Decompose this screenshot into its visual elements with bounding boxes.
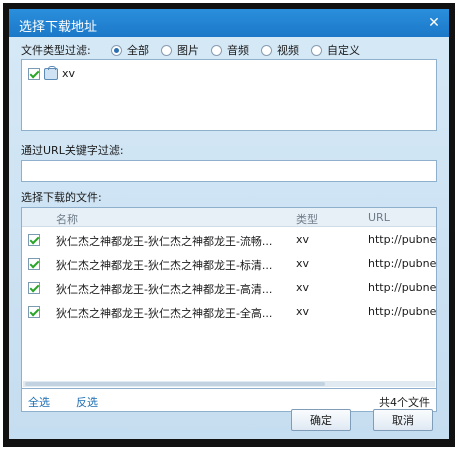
file-url: http://pubne [368,257,437,270]
file-checkbox[interactable] [28,306,40,318]
file-name: 狄仁杰之神都龙王-狄仁杰之神都龙王-标清... [56,259,273,272]
file-list: 名称 类型 URL 狄仁杰之神都龙王-狄仁杰之神都龙王-流畅... xv htt… [21,207,437,389]
radio-custom[interactable]: 自定义 [311,42,360,58]
radio-images[interactable]: 图片 [161,42,199,58]
file-list-header: 名称 类型 URL [22,208,436,227]
file-name: 狄仁杰之神都龙王-狄仁杰之神都龙王-流畅... [56,235,273,248]
file-type: xv [296,281,310,294]
file-checkbox[interactable] [28,234,40,246]
horizontal-scrollbar[interactable] [23,381,435,387]
column-name[interactable]: 名称 [56,211,78,227]
file-row[interactable]: 狄仁杰之神都龙王-狄仁杰之神都龙王-流畅... xv http://pubne [22,228,436,252]
filter-radio-group: 全部 图片 音频 视频 自定义 [111,42,372,58]
title-bar: 选择下载地址 ✕ [9,9,449,37]
filter-label: 文件类型过滤: [21,44,91,57]
dialog-title: 选择下载地址 [19,20,98,35]
column-url[interactable]: URL [368,211,390,224]
file-type-list: xv [21,59,437,131]
file-type: xv [296,305,310,318]
file-type: xv [296,257,310,270]
scrollbar-thumb[interactable] [25,382,325,386]
file-checkbox[interactable] [28,258,40,270]
radio-indicator [161,44,172,56]
file-row[interactable]: 狄仁杰之神都龙王-狄仁杰之神都龙王-高清... xv http://pubne [22,276,436,300]
file-type-label: xv [62,67,76,80]
file-name: 狄仁杰之神都龙王-狄仁杰之神都龙王-全高... [56,307,273,320]
invert-selection-link[interactable]: 反选 [76,394,98,410]
radio-indicator [211,44,222,56]
radio-video[interactable]: 视频 [261,42,299,58]
files-label: 选择下载的文件: [21,191,102,204]
file-url: http://pubne [368,305,437,318]
radio-indicator [111,44,122,56]
file-type: xv [296,233,310,246]
radio-label: 视频 [277,44,299,57]
radio-label: 自定义 [327,44,360,57]
file-type-item[interactable]: xv [28,65,76,80]
file-row[interactable]: 狄仁杰之神都龙王-狄仁杰之神都龙王-全高... xv http://pubne [22,300,436,324]
radio-indicator [261,44,272,56]
url-filter-input[interactable] [21,160,437,182]
file-type-icon [44,65,58,80]
file-name: 狄仁杰之神都龙王-狄仁杰之神都龙王-高清... [56,283,273,296]
radio-all[interactable]: 全部 [111,42,149,58]
select-all-link[interactable]: 全选 [28,394,50,410]
radio-audio[interactable]: 音频 [211,42,249,58]
radio-label: 图片 [177,44,199,57]
column-type[interactable]: 类型 [296,211,318,227]
file-url: http://pubne [368,233,437,246]
url-filter-label: 通过URL关键字过滤: [21,144,124,157]
dialog-body: 文件类型过滤: 全部 图片 音频 视频 自定义 xv 通过URL关键字过滤: 选… [9,37,449,439]
file-count: 共4个文件 [379,396,430,409]
ok-button[interactable]: 确定 [291,409,351,431]
close-button[interactable]: ✕ [423,12,445,34]
radio-indicator [311,44,322,56]
radio-label: 音频 [227,44,249,57]
file-type-checkbox[interactable] [28,67,40,80]
file-row[interactable]: 狄仁杰之神都龙王-狄仁杰之神都龙王-标清... xv http://pubne [22,252,436,276]
radio-label: 全部 [127,44,149,57]
file-checkbox[interactable] [28,282,40,294]
cancel-button[interactable]: 取消 [373,409,433,431]
close-icon: ✕ [428,15,440,31]
file-url: http://pubne [368,281,437,294]
